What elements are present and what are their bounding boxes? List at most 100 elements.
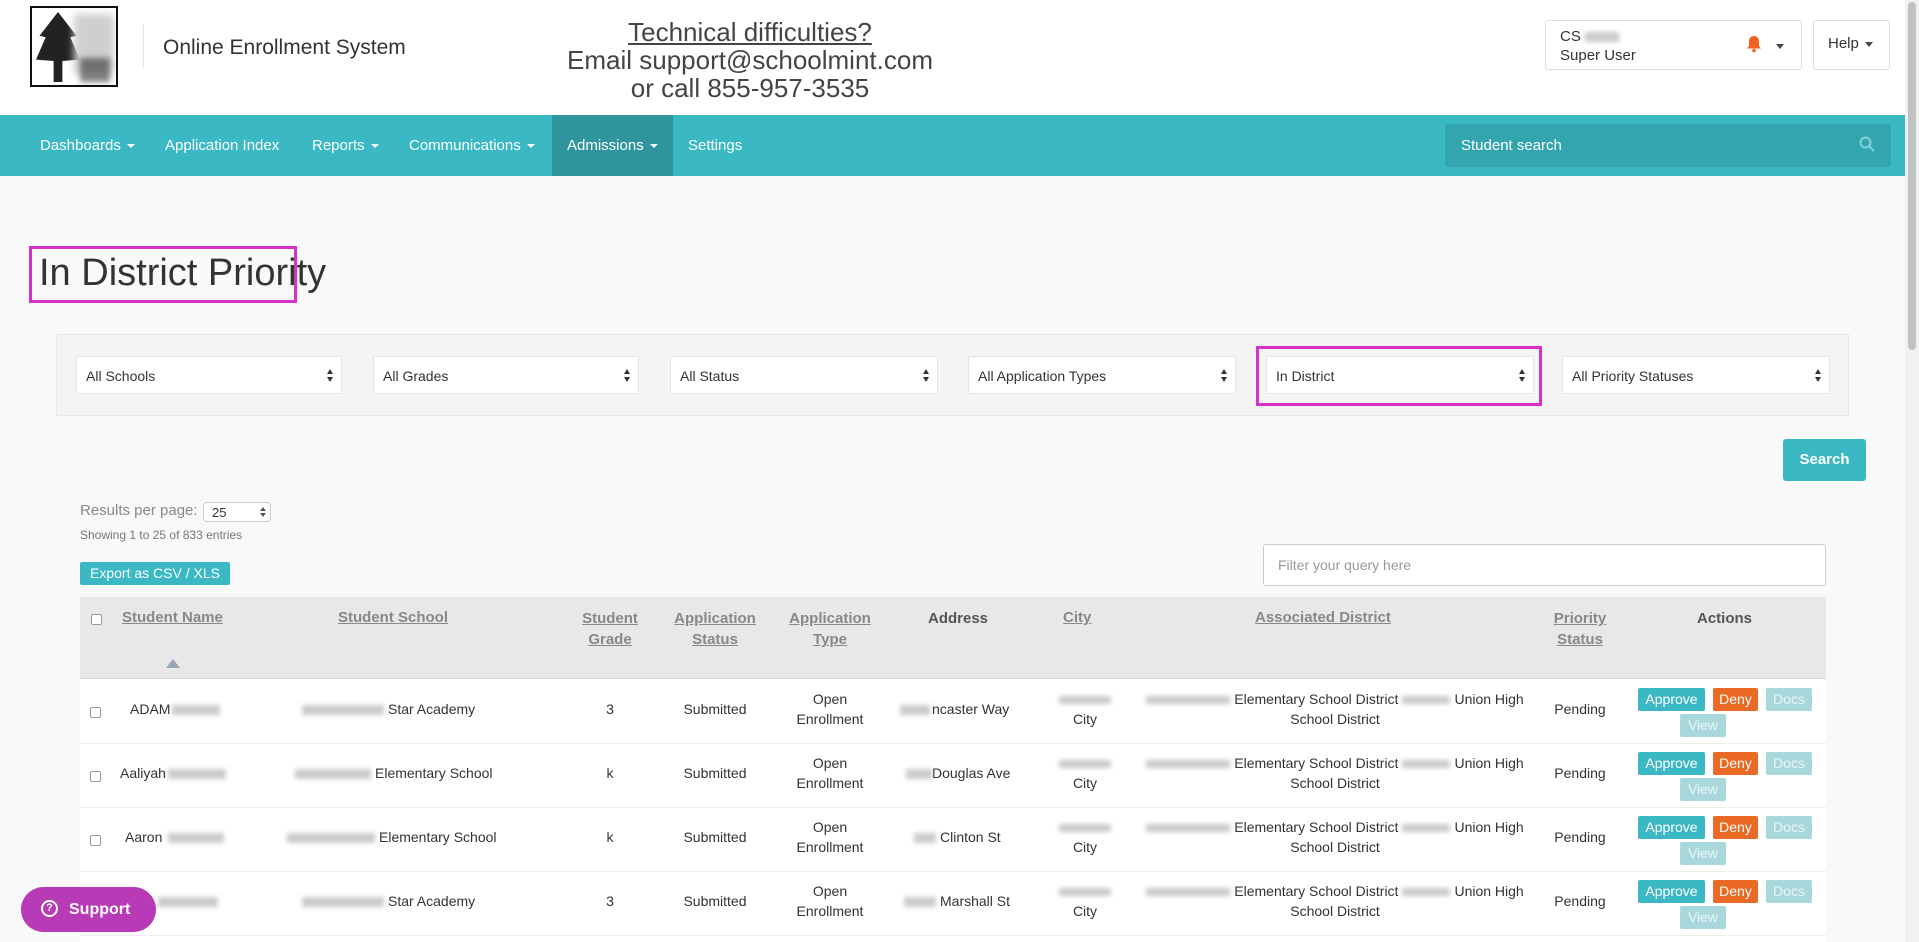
cell-student-grade: 3: [606, 893, 614, 909]
technical-difficulties-link[interactable]: Technical difficulties?: [540, 18, 960, 46]
cell-address: ncaster Way: [900, 699, 1009, 719]
student-search: [1445, 124, 1891, 167]
showing-entries: Showing 1 to 25 of 833 entries: [80, 528, 243, 542]
deny-button[interactable]: Deny: [1713, 688, 1758, 711]
support-contact: Technical difficulties? Email support@sc…: [540, 18, 960, 102]
approve-button[interactable]: Approve: [1638, 752, 1705, 775]
cell-student-name[interactable]: ADAM: [130, 699, 221, 719]
results-per-page-select[interactable]: 25: [203, 502, 271, 522]
row-checkbox[interactable]: [90, 835, 101, 846]
support-email: Email support@schoolmint.com: [567, 45, 933, 75]
application-types-select[interactable]: All Application Types: [968, 356, 1236, 394]
export-csv-button[interactable]: Export as CSV / XLS: [80, 562, 230, 585]
nav-admissions[interactable]: Admissions: [552, 115, 673, 176]
approve-button[interactable]: Approve: [1638, 816, 1705, 839]
filter-query-input[interactable]: [1263, 544, 1826, 586]
view-button[interactable]: View: [1680, 842, 1726, 865]
docs-button[interactable]: Docs: [1766, 688, 1812, 711]
view-button[interactable]: View: [1680, 778, 1726, 801]
cell-application-type: Open Enrollment: [796, 883, 864, 919]
select-arrows-icon: [327, 369, 334, 383]
status-select[interactable]: All Status: [670, 356, 938, 394]
priority-statuses-select[interactable]: All Priority Statuses: [1562, 356, 1830, 394]
cell-priority-status: Pending: [1554, 765, 1606, 781]
help-circle-icon: ?: [41, 900, 58, 917]
page-scrollbar[interactable]: [1905, 0, 1919, 942]
cell-associated-district: Elementary School District Union High Sch…: [1130, 817, 1540, 857]
applications-table: Student Name Student School Student Grade…: [80, 597, 1826, 942]
deny-button[interactable]: Deny: [1713, 752, 1758, 775]
cell-student-name[interactable]: Aaliyah: [120, 763, 226, 783]
chevron-down-icon: [649, 144, 658, 149]
search-icon[interactable]: [1859, 136, 1875, 152]
chevron-down-icon: [370, 144, 379, 149]
nav-application-index[interactable]: Application Index: [165, 115, 279, 176]
search-button[interactable]: Search: [1783, 439, 1866, 481]
view-button[interactable]: View: [1680, 714, 1726, 737]
cell-address: Douglas Ave: [906, 763, 1010, 783]
cell-application-status: Submitted: [683, 893, 747, 909]
top-header: Online Enrollment System Technical diffi…: [0, 0, 1905, 115]
nav-settings[interactable]: Settings: [688, 115, 742, 176]
select-arrows-icon: [1221, 369, 1228, 383]
help-menu-button[interactable]: Help: [1813, 20, 1890, 70]
col-application-type[interactable]: Application Type: [780, 608, 880, 650]
table-row: Star Academy 3 Submitted Open Enrollment …: [80, 871, 1826, 936]
col-associated-district[interactable]: Associated District: [1255, 607, 1391, 628]
col-application-status[interactable]: Application Status: [665, 608, 765, 650]
select-all-checkbox[interactable]: [91, 614, 102, 625]
row-checkbox[interactable]: [90, 707, 101, 718]
nav-communications[interactable]: Communications: [409, 115, 535, 176]
bell-icon[interactable]: [1746, 35, 1762, 53]
support-phone: or call 855-957-3535: [630, 73, 870, 103]
docs-button[interactable]: Docs: [1766, 752, 1812, 775]
cell-application-type: Open Enrollment: [796, 755, 864, 791]
docs-button[interactable]: Docs: [1766, 816, 1812, 839]
row-checkbox[interactable]: [90, 771, 101, 782]
select-arrows-icon: [260, 507, 266, 518]
select-arrows-icon: [624, 369, 631, 383]
header-divider: [143, 24, 144, 68]
approve-button[interactable]: Approve: [1638, 880, 1705, 903]
select-arrows-icon: [923, 369, 930, 383]
main-nav: Dashboards Application Index Reports Com…: [0, 115, 1905, 176]
cell-city: City: [1050, 817, 1120, 857]
col-city[interactable]: City: [1063, 607, 1091, 628]
cell-city: City: [1050, 881, 1120, 921]
chevron-down-icon: [526, 144, 535, 149]
student-search-input[interactable]: [1459, 136, 1843, 155]
cell-application-status: Submitted: [683, 829, 747, 845]
docs-button[interactable]: Docs: [1766, 880, 1812, 903]
user-name: CS: [1560, 28, 1620, 45]
deny-button[interactable]: Deny: [1713, 880, 1758, 903]
view-button[interactable]: View: [1680, 906, 1726, 929]
col-student-grade[interactable]: Student Grade: [571, 608, 649, 650]
deny-button[interactable]: Deny: [1713, 816, 1758, 839]
tree-logo[interactable]: [30, 6, 118, 87]
cell-student-name[interactable]: Aaron: [125, 827, 225, 847]
chevron-down-icon: [1776, 44, 1784, 49]
col-student-school[interactable]: Student School: [338, 607, 448, 628]
cell-associated-district: Elementary School District Union High Sch…: [1130, 689, 1540, 729]
cell-student-grade: k: [606, 829, 614, 845]
schools-select[interactable]: All Schools: [76, 356, 342, 394]
col-address: Address: [928, 610, 989, 627]
cell-student-name[interactable]: [158, 891, 218, 911]
grades-select[interactable]: All Grades: [373, 356, 639, 394]
col-student-name[interactable]: Student Name: [122, 607, 223, 628]
col-priority-status[interactable]: Priority Status: [1540, 608, 1620, 650]
cell-student-school: Star Academy: [302, 699, 475, 719]
cell-associated-district: Elementary School District Union High Sch…: [1130, 881, 1540, 921]
cell-address: Clinton St: [914, 827, 1001, 847]
approve-button[interactable]: Approve: [1638, 688, 1705, 711]
cell-city: City: [1050, 689, 1120, 729]
scrollbar-thumb[interactable]: [1908, 2, 1916, 350]
user-menu[interactable]: CS Super User: [1545, 20, 1802, 70]
cell-priority-status: Pending: [1554, 701, 1606, 717]
cell-application-type: Open Enrollment: [796, 691, 864, 727]
chevron-down-icon: [1864, 41, 1873, 47]
nav-dashboards[interactable]: Dashboards: [40, 115, 135, 176]
nav-reports[interactable]: Reports: [312, 115, 379, 176]
support-button[interactable]: ? Support: [21, 887, 156, 932]
sort-asc-icon[interactable]: [166, 659, 180, 668]
